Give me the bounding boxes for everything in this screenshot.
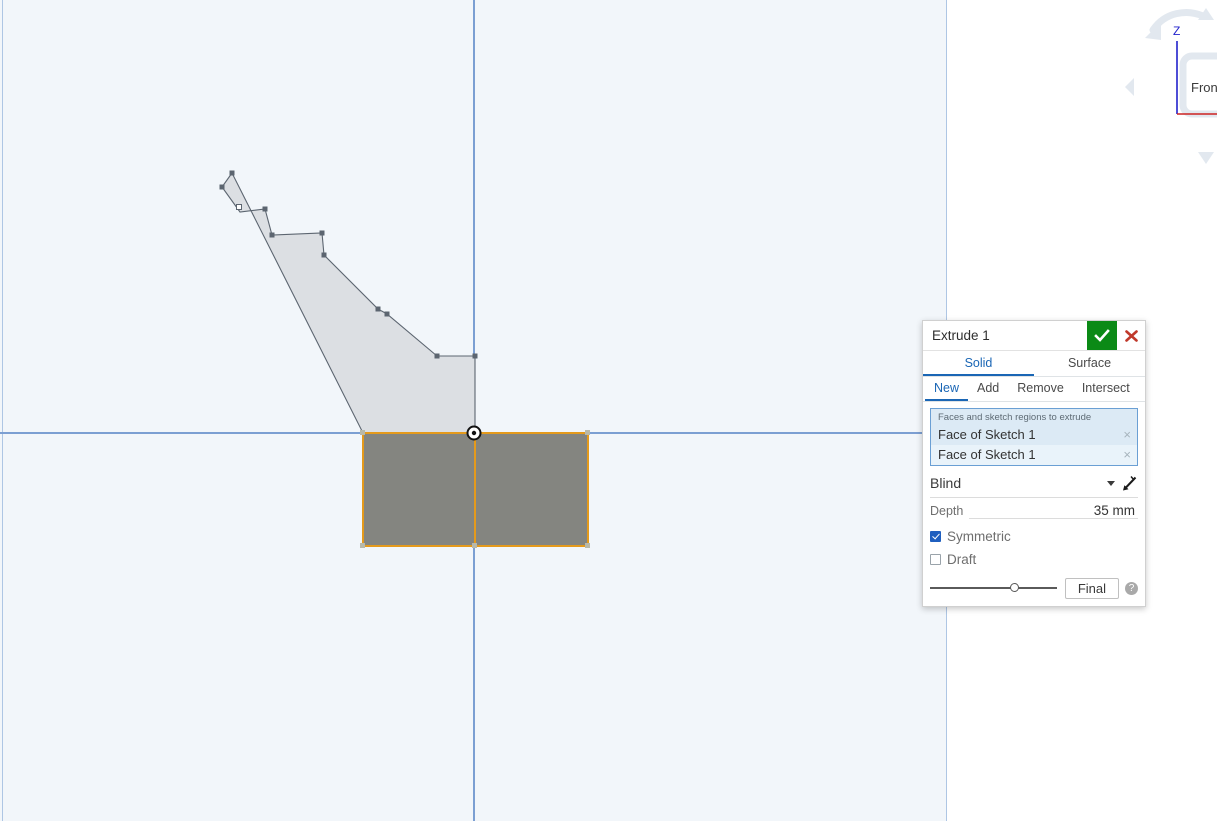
chevron-down-icon[interactable] — [1107, 481, 1115, 486]
selection-item-label: Face of Sketch 1 — [938, 427, 1117, 442]
sketch-point — [220, 185, 225, 190]
viewport-left-edge-line — [2, 0, 3, 821]
selection-list[interactable]: Faces and sketch regions to extrude Face… — [930, 408, 1138, 466]
end-type-row[interactable]: Blind — [930, 472, 1138, 498]
arrow-left-icon[interactable] — [1125, 78, 1134, 96]
selection-item-remove-icon[interactable]: × — [1117, 427, 1131, 442]
dialog-header[interactable]: Extrude 1 — [923, 321, 1145, 351]
accept-button[interactable] — [1087, 321, 1117, 350]
sketch-vertices — [220, 171, 478, 359]
close-icon — [1124, 329, 1139, 343]
dialog-title: Extrude 1 — [923, 321, 1087, 350]
sketch-canvas[interactable] — [0, 0, 947, 821]
depth-row[interactable]: Depth 35 mm — [930, 503, 1138, 522]
sketch-point — [270, 233, 275, 238]
draft-row[interactable]: Draft — [930, 550, 1138, 568]
slider-knob[interactable] — [1010, 583, 1019, 592]
dialog-operation-tabs[interactable]: New Add Remove Intersect — [923, 377, 1145, 402]
selection-item[interactable]: Face of Sketch 1 × — [931, 445, 1137, 465]
selection-item-remove-icon[interactable]: × — [1117, 447, 1131, 462]
depth-field[interactable]: 35 mm — [969, 503, 1138, 519]
subtab-new[interactable]: New — [925, 377, 968, 401]
subtab-remove[interactable]: Remove — [1008, 377, 1073, 401]
final-button[interactable]: Final — [1065, 578, 1119, 599]
extrude-dialog[interactable]: Extrude 1 Solid Surface New Add Remove I… — [922, 320, 1146, 607]
subtab-intersect[interactable]: Intersect — [1073, 377, 1139, 401]
tab-surface[interactable]: Surface — [1034, 351, 1145, 376]
subtab-add[interactable]: Add — [968, 377, 1008, 401]
checkmark-icon — [1094, 329, 1110, 342]
help-icon[interactable]: ? — [1125, 582, 1138, 595]
sketch-region-outline — [222, 173, 475, 433]
cancel-button[interactable] — [1117, 321, 1145, 350]
sketch-point — [320, 231, 325, 236]
slider-track — [930, 587, 1057, 589]
sketch-point — [230, 171, 235, 176]
selected-faces — [363, 433, 588, 546]
depth-label: Depth — [930, 504, 963, 518]
sketch-profile-unselected — [222, 173, 475, 433]
sketch-point-hollow — [237, 205, 242, 210]
selection-hint-text: Faces and sketch regions to extrude — [931, 409, 1137, 425]
symmetric-label: Symmetric — [947, 529, 1011, 544]
draft-checkbox[interactable] — [930, 554, 941, 565]
dialog-tabs[interactable]: Solid Surface — [923, 351, 1145, 377]
z-axis-label: Z — [1173, 24, 1180, 38]
draft-label: Draft — [947, 552, 976, 567]
symmetric-row[interactable]: Symmetric — [930, 527, 1138, 545]
opacity-slider[interactable] — [930, 581, 1057, 595]
view-cube[interactable]: Z Front — [1117, 0, 1217, 170]
symmetric-checkbox[interactable] — [930, 531, 941, 542]
view-cube-face-label: Front — [1191, 80, 1217, 95]
selection-item-label: Face of Sketch 1 — [938, 447, 1117, 462]
end-type-select[interactable]: Blind — [930, 475, 1107, 491]
arrow-down-icon[interactable] — [1198, 152, 1214, 164]
vertical-axis-line — [473, 0, 475, 821]
sketch-point — [322, 253, 327, 258]
selection-handles — [360, 430, 590, 548]
dialog-footer[interactable]: Final ? — [930, 577, 1138, 599]
sketch-point — [376, 307, 381, 312]
sketch-point — [435, 354, 440, 359]
depth-value[interactable]: 35 mm — [1094, 503, 1138, 518]
selected-face-left[interactable] — [363, 433, 475, 546]
flip-direction-icon — [1121, 475, 1138, 492]
selected-face-right[interactable] — [475, 433, 588, 546]
tab-solid[interactable]: Solid — [923, 351, 1034, 376]
selection-item[interactable]: Face of Sketch 1 × — [931, 425, 1137, 445]
sketch-point — [263, 207, 268, 212]
sketch-point — [385, 312, 390, 317]
flip-direction-button[interactable] — [1121, 475, 1138, 492]
